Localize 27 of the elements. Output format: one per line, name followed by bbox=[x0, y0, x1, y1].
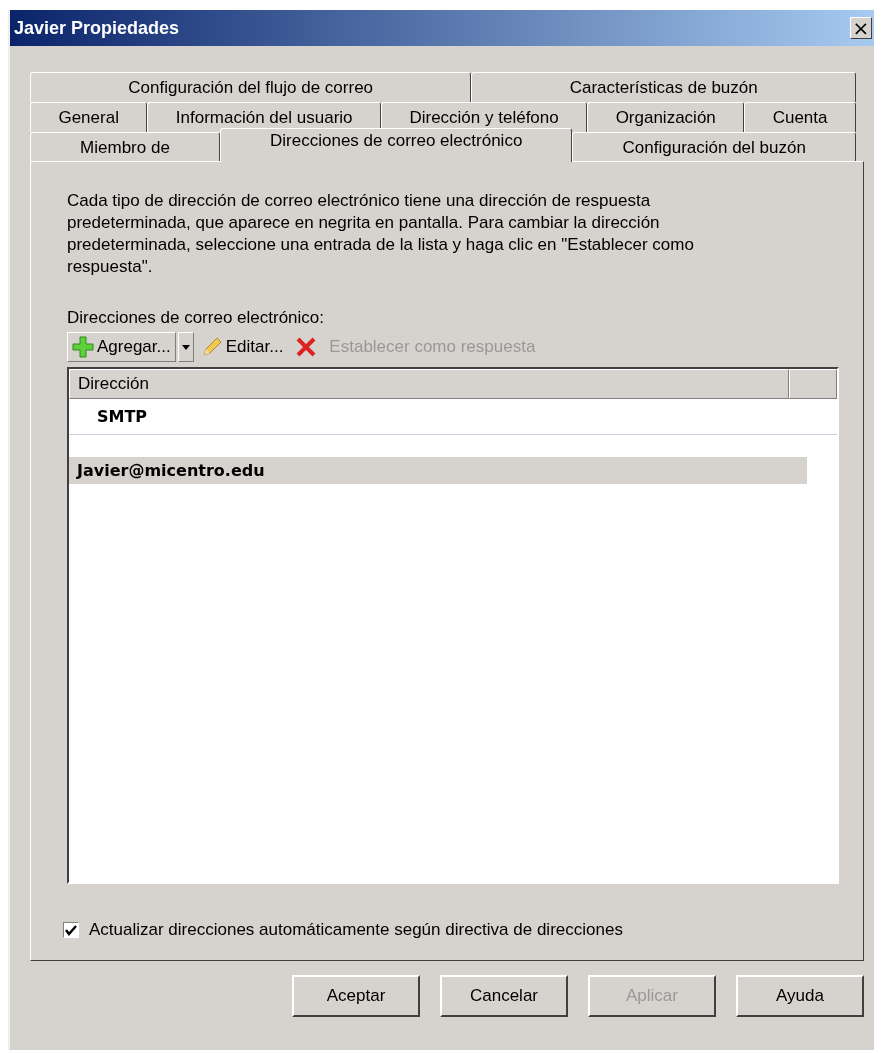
dialog-button[interactable]: Aceptar bbox=[292, 975, 420, 1017]
checkbox-label: Actualizar direcciones automáticamente según directiva de direcciones bbox=[89, 920, 623, 940]
checkbox[interactable] bbox=[63, 922, 79, 938]
tab[interactable]: Cuenta bbox=[744, 102, 856, 132]
edit-button[interactable]: Editar... bbox=[195, 332, 289, 362]
list-label: Direcciones de correo electrónico: bbox=[67, 308, 325, 328]
plus-icon bbox=[72, 336, 94, 358]
list-item[interactable]: Javier@micentro.edu bbox=[69, 457, 807, 484]
tab[interactable]: General bbox=[30, 102, 148, 132]
caret-icon bbox=[181, 344, 190, 350]
tab[interactable]: Direcciones de correo electrónico bbox=[219, 128, 573, 162]
dialog-button[interactable]: Cancelar bbox=[440, 975, 568, 1017]
tab[interactable]: Organización bbox=[587, 102, 745, 132]
tab[interactable]: Configuración del buzón bbox=[572, 132, 856, 162]
column-header[interactable]: Dirección bbox=[69, 369, 789, 399]
description-text: Cada tipo de dirección de correo electrónico tiene una dirección de respuesta predeterminada, que aparece en negrita en pantalla. Para cambiar la dirección predeterminada, seleccione una entrada de la lista y haga clic en "Establecer como respuesta". bbox=[67, 190, 695, 278]
dropdown-button[interactable] bbox=[177, 332, 194, 362]
tab[interactable]: Miembro de bbox=[30, 132, 220, 162]
group-header[interactable]: SMTP bbox=[69, 399, 837, 435]
dialog-button[interactable]: Ayuda bbox=[736, 975, 864, 1017]
close-button[interactable]: × bbox=[850, 17, 872, 39]
tab[interactable]: Configuración del flujo de correo bbox=[30, 72, 472, 102]
close-icon bbox=[295, 336, 318, 358]
add-button[interactable]: Agregar... bbox=[67, 332, 176, 362]
tab[interactable]: Características de buzón bbox=[471, 72, 856, 102]
pencil-icon bbox=[200, 336, 223, 358]
window-title: Javier Propiedades bbox=[14, 17, 180, 39]
